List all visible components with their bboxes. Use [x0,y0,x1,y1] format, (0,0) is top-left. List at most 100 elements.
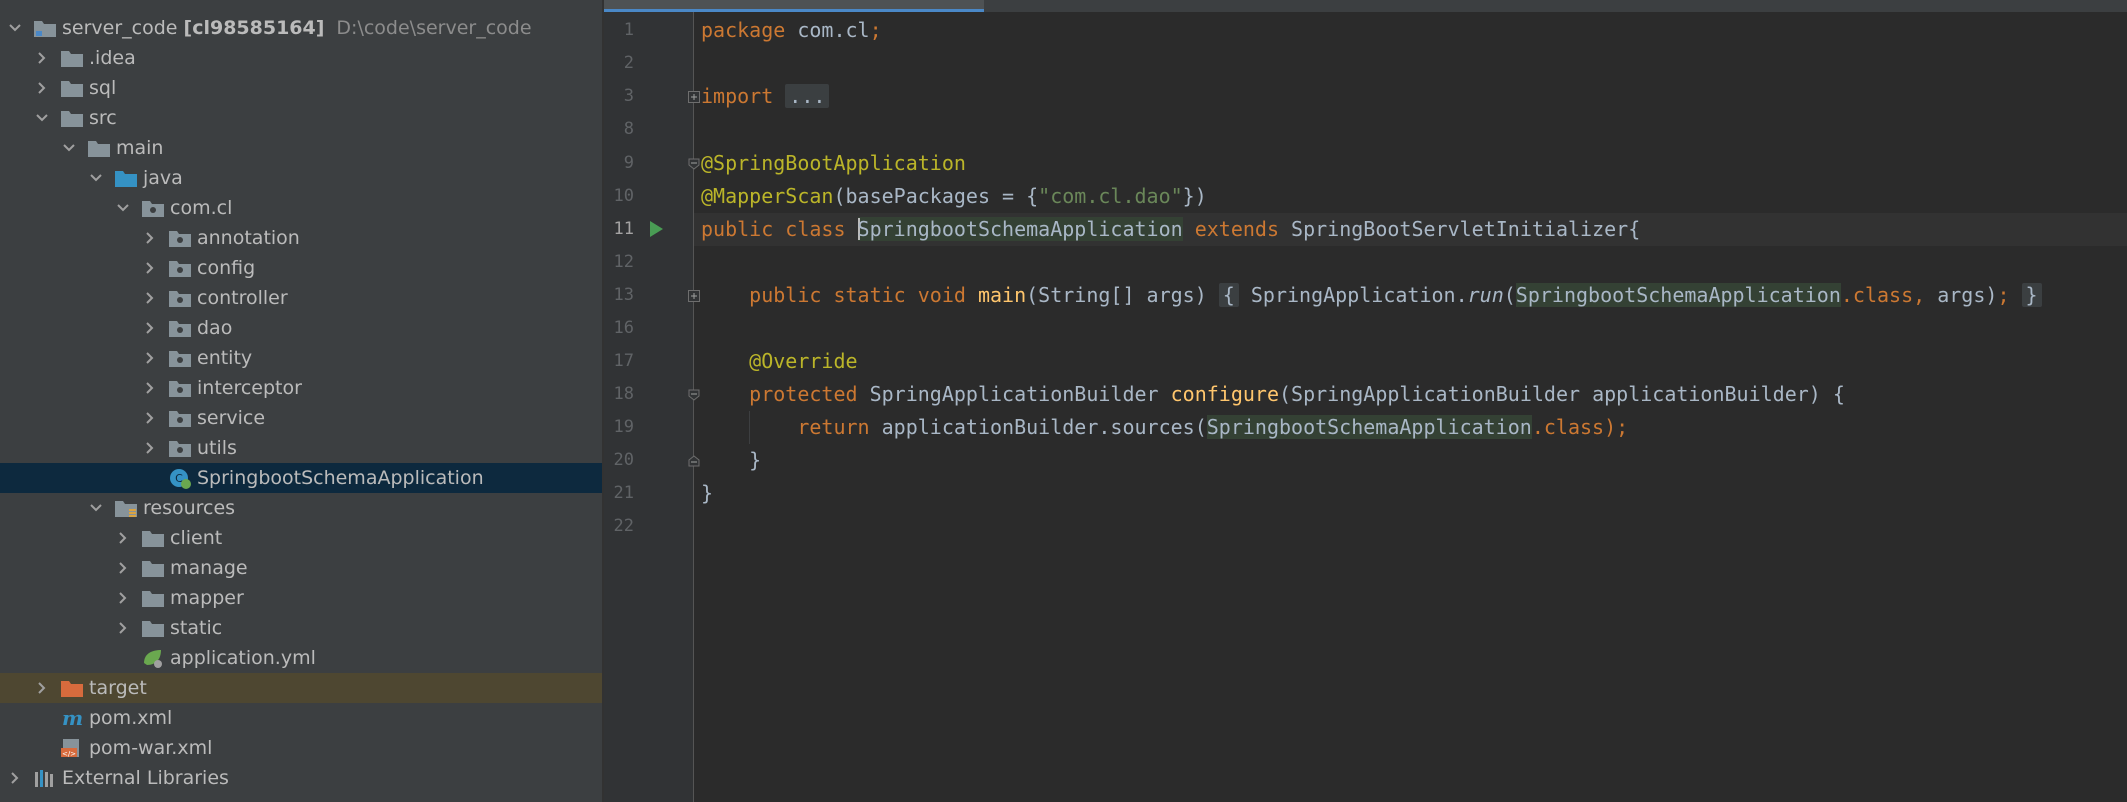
tree-node-entity[interactable]: entity [0,343,602,373]
code-line-11[interactable]: public class SpringbootSchemaApplication… [701,213,1640,246]
tree-node-package[interactable]: com.cl [0,193,602,223]
tree-node-manage[interactable]: manage [0,553,602,583]
chevron-right-icon[interactable] [114,583,132,613]
tree-node-pom[interactable]: m pom.xml [0,703,602,733]
code-line-21[interactable]: } [701,477,713,510]
token-string: "com.cl.dao" [1038,184,1183,208]
code-line-1[interactable]: package com.cl; [701,14,882,47]
fold-end-icon[interactable] [688,454,700,467]
code-line-13[interactable]: public static void main(String[] args) {… [701,279,2042,312]
token-class-name: S [857,217,870,241]
code-line-18[interactable]: protected SpringApplicationBuilder confi… [701,378,1845,411]
fold-expand-icon[interactable] [688,90,700,103]
chevron-right-icon[interactable] [114,553,132,583]
gutter-border [693,12,694,802]
spring-boot-class-icon: C [168,467,192,489]
tree-label: controller [197,287,288,309]
code-line-19[interactable]: return applicationBuilder.sources(Spring… [701,411,1628,444]
tree-label: .idea [89,47,136,69]
chevron-right-icon[interactable] [114,613,132,643]
chevron-down-icon[interactable] [33,103,51,133]
svg-text:m: m [62,707,83,729]
tree-node-target[interactable]: target [0,673,602,703]
tree-node-mapper[interactable]: mapper [0,583,602,613]
tree-node-root[interactable]: server_code [cl98585164] D:\code\server_c… [0,13,602,43]
tree-node-src[interactable]: src [0,103,602,133]
chevron-right-icon[interactable] [33,673,51,703]
tree-node-idea[interactable]: .idea [0,43,602,73]
chevron-down-icon[interactable] [114,193,132,223]
tree-node-main-class[interactable]: C SpringbootSchemaApplication [0,463,602,493]
tree-node-sql[interactable]: sql [0,73,602,103]
package-icon [168,227,192,249]
chevron-right-icon[interactable] [6,763,24,793]
chevron-right-icon[interactable] [141,433,159,463]
tree-label: annotation [197,227,300,249]
tree-label: config [197,257,256,279]
tree-node-config[interactable]: config [0,253,602,283]
tree-node-static[interactable]: static [0,613,602,643]
code-editor[interactable]: 1 2 3 8 9 10 11 12 13 16 17 18 19 20 21 … [604,0,2127,802]
folder-icon [141,557,165,579]
tree-node-annotation[interactable]: annotation [0,223,602,253]
code-line-17[interactable]: @Override [701,345,857,378]
folder-icon [141,617,165,639]
fold-collapse-icon[interactable] [688,388,700,401]
tree-label: sql [89,77,117,99]
token-plain: (String[] args) [1026,283,1219,307]
chevron-right-icon[interactable] [141,313,159,343]
token-method-decl: configure [1170,382,1279,406]
tree-node-client[interactable]: client [0,523,602,553]
tree-node-interceptor[interactable]: interceptor [0,373,602,403]
ide-window: server_code [cl98585164] D:\code\server_c… [0,0,2127,802]
token-keyword: public static void [749,283,978,307]
code-line-9[interactable]: @SpringBootApplication [701,147,966,180]
token-annotation: @SpringBootApplication [701,151,966,175]
chevron-right-icon[interactable] [141,253,159,283]
fold-expand-icon[interactable] [688,289,700,302]
chevron-right-icon[interactable] [141,343,159,373]
tree-node-application-yml[interactable]: application.yml [0,643,602,673]
chevron-right-icon[interactable] [114,523,132,553]
chevron-right-icon[interactable] [141,403,159,433]
chevron-right-icon[interactable] [33,73,51,103]
chevron-down-icon[interactable] [60,133,78,163]
chevron-right-icon[interactable] [141,283,159,313]
fold-collapse-icon[interactable] [688,157,700,170]
chevron-right-icon[interactable] [33,43,51,73]
chevron-down-icon[interactable] [87,163,105,193]
token-plain: com.cl [785,18,870,42]
token-plain: } [701,481,714,505]
tree-node-utils[interactable]: utils [0,433,602,463]
run-gutter-icon[interactable] [648,220,664,238]
line-number: 17 [613,351,634,371]
module-folder-icon [33,17,57,39]
token-keyword: .class, [1840,283,1938,307]
chevron-down-icon[interactable] [6,13,24,43]
chevron-right-icon[interactable] [141,223,159,253]
folded-block-brace[interactable]: { [1218,283,1239,307]
tree-node-main[interactable]: main [0,133,602,163]
editor-tab-bar [604,0,2127,12]
excluded-folder-icon [60,677,84,699]
tree-node-pom-war[interactable]: </> pom-war.xml [0,733,602,763]
folded-imports-placeholder[interactable]: ... [785,84,830,108]
token-keyword: return [797,415,882,439]
token-keyword: .class [1531,415,1605,439]
code-line-20[interactable]: } [701,444,761,477]
tree-node-service[interactable]: service [0,403,602,433]
tree-node-controller[interactable]: controller [0,283,602,313]
code-line-3[interactable]: import ... [701,80,830,113]
code-line-10[interactable]: @MapperScan(basePackages = {"com.cl.dao"… [701,180,1207,213]
tree-node-java[interactable]: java [0,163,602,193]
tree-node-resources[interactable]: resources [0,493,602,523]
token-keyword: ; [1997,283,2010,307]
chevron-down-icon[interactable] [87,493,105,523]
chevron-right-icon[interactable] [141,373,159,403]
line-number: 12 [613,252,634,272]
tree-node-external-libraries[interactable]: External Libraries [0,763,602,793]
line-number: 19 [613,417,634,437]
folded-block-brace[interactable]: } [2021,283,2042,307]
line-number: 9 [623,153,634,173]
tree-node-dao[interactable]: dao [0,313,602,343]
